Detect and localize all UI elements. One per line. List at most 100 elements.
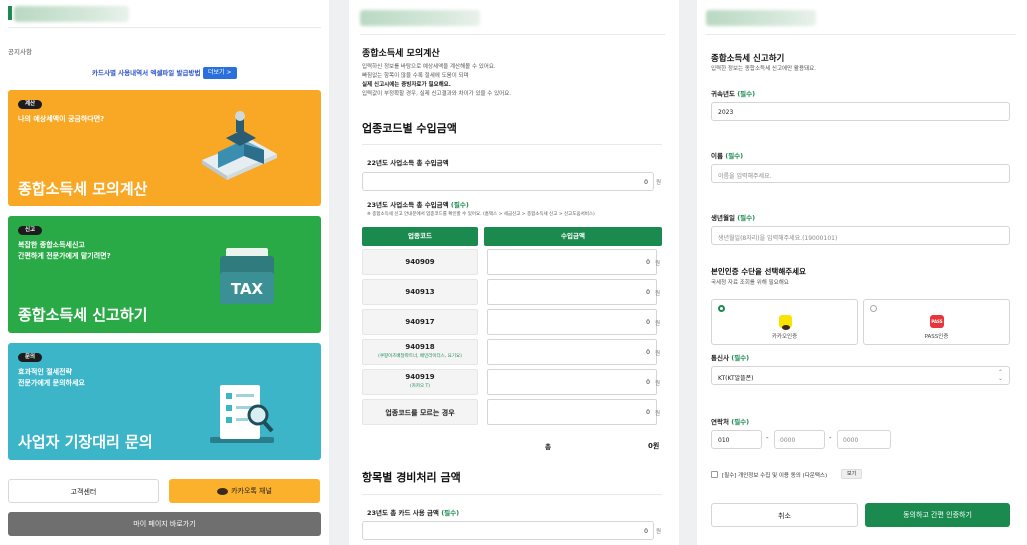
name-label-text: 이름 [711, 152, 723, 160]
divider [706, 34, 1016, 35]
intro-line: 빠짐없는 항목이 많을 수록 절세에 도움이 되며 [362, 73, 469, 79]
unit-label: 원 [655, 261, 661, 267]
kakao-auth-option[interactable]: 카카오인증 [711, 299, 858, 345]
unit-label: 원 [656, 529, 662, 535]
phone-prefix-input[interactable]: 010 [711, 430, 762, 449]
card-usage-label-text: 23년도 총 카드 사용 금액 [367, 509, 439, 517]
tax-building-illustration-icon [202, 111, 277, 180]
unit-label: 원 [655, 411, 661, 417]
amount-input[interactable]: 0 [487, 369, 657, 395]
card-desc-line: 간편하게 전문가에게 맡기려면? [18, 252, 111, 260]
name-label: 이름 (필수) [711, 150, 743, 160]
kakao-auth-icon [779, 315, 792, 330]
unit-label: 원 [656, 180, 662, 186]
section-income-title: 업종코드별 수입금액 [362, 122, 457, 135]
unit-label: 원 [655, 291, 661, 297]
carrier-value: KT(KT알뜰폰) [718, 375, 754, 382]
section-expense-title: 항목별 경비처리 금액 [362, 471, 461, 484]
required-mark: (필수) [450, 201, 469, 209]
card-filing[interactable]: 신고 복잡한 종합소득세신고 간편하게 전문가에게 맡기려면? 종합소득세 신고… [8, 216, 321, 333]
card-title: 종합소득세 신고하기 [18, 306, 148, 324]
intro-line: 실제 신고시에는 증빙자료가 필요해요. [362, 82, 451, 88]
phone-last-input[interactable]: 0000 [837, 430, 891, 449]
consent-checkbox[interactable] [711, 471, 718, 478]
income23-note: ※ 종합소득세 신고 안내문에서 업종코드를 확인할 수 있어요. (홈택스 >… [367, 212, 595, 217]
unit-label: 원 [655, 321, 661, 327]
agree-auth-button[interactable]: 동의하고 간편 인증하기 [865, 503, 1010, 527]
intro-text: 입력하신 정보를 바탕으로 예상세액을 계산해볼 수 있어요. 빠짐없는 항목이… [362, 63, 511, 99]
phone-dash: - [766, 434, 769, 442]
card-simulation[interactable]: 계산 나의 예상세액이 궁금하다면? 종합소득세 모의계산 [8, 90, 321, 206]
amount-input[interactable]: 0 [487, 279, 657, 305]
code-value: 940919 [405, 373, 435, 381]
code-cell: 940917 [362, 309, 478, 335]
filing-title: 종합소득세 신고하기 [711, 54, 785, 64]
more-button[interactable]: 더보기 > [203, 67, 237, 79]
tax-folder-icon: TAX [220, 248, 274, 304]
card-desc: 효과적인 절세전략 전문가에게 문의하세요 [18, 367, 85, 389]
notice-link[interactable]: 카드사별 사용내역서 엑셀파일 발급방법 [92, 67, 200, 77]
cancel-button[interactable]: 취소 [711, 503, 858, 527]
amount-value: 0 [646, 319, 650, 326]
notice-label: 공지사항 [8, 48, 32, 56]
tax-badge: TAX [230, 280, 264, 298]
kakao-auth-radio[interactable] [718, 305, 725, 312]
card-chip: 문의 [18, 353, 43, 362]
pass-auth-radio[interactable] [870, 305, 877, 312]
auth-title: 본인인증 수단을 선택해주세요 [711, 267, 806, 276]
carrier-select[interactable]: KT(KT알뜰폰) ⌃ ⌄ [711, 366, 1010, 385]
pass-auth-icon: PASS [930, 315, 944, 328]
amount-input[interactable]: 0 [487, 249, 657, 275]
intro-line: 입력값이 부정확할 경우, 실제 신고결과와 차이가 있을 수 있어요. [362, 91, 512, 97]
birth-label: 생년월일 (필수) [711, 212, 755, 222]
unit-label: 원 [655, 381, 661, 387]
kakao-talk-icon [217, 487, 229, 495]
col-amount-header: 수입금액 [484, 227, 662, 246]
card-bookkeeping[interactable]: 문의 효과적인 절세전략 전문가에게 문의하세요 사업자 기장대리 문의 [8, 343, 321, 460]
amount-value: 0 [646, 349, 650, 356]
year-label: 귀속년도 (필수) [711, 88, 755, 98]
document-magnifier-icon [210, 385, 274, 443]
amount-input[interactable]: 0 [487, 309, 657, 335]
amount-input[interactable]: 0 [487, 399, 657, 425]
kakao-channel-button[interactable]: 카카오톡 채널 [169, 479, 320, 503]
name-input[interactable]: 이름을 입력해주세요. [711, 164, 1010, 183]
birth-label-text: 생년월일 [711, 214, 735, 222]
unit-label: 원 [655, 351, 661, 357]
divider [362, 494, 662, 495]
amount-input[interactable]: 0 [487, 339, 657, 365]
mypage-button[interactable]: 마이 페이지 바로가기 [8, 512, 321, 536]
amount-value: 0 [646, 409, 650, 416]
income22-input[interactable]: 0 [362, 172, 654, 191]
card-usage-value: 0 [644, 528, 648, 535]
code-value: 940917 [405, 318, 435, 326]
blurred-header [14, 6, 129, 22]
name-placeholder: 이름을 입력해주세요. [718, 173, 772, 180]
phone-label: 연락처 (필수) [711, 416, 749, 426]
required-mark: (필수) [441, 509, 460, 517]
consent-view-button[interactable]: 보기 [841, 469, 863, 479]
income22-label: 22년도 사업소득 총 수입금액 [367, 159, 449, 167]
brand-logo-bar [8, 6, 12, 20]
filing-subtitle: 입력한 정보는 종합소득세 신고에만 활용돼요. [711, 66, 816, 72]
kakao-auth-label: 카카오인증 [771, 334, 798, 340]
phone-label-text: 연락처 [711, 418, 729, 426]
year-value: 2023 [718, 109, 734, 116]
code-value: 940918 [405, 343, 435, 351]
divider [362, 144, 662, 145]
pass-auth-option[interactable]: PASS PASS인증 [863, 299, 1010, 345]
birth-placeholder: 생년월일(8자리)을 입력해주세요.(19000101) [718, 235, 838, 242]
divider [8, 27, 321, 28]
pass-auth-label: PASS인증 [924, 334, 949, 340]
customer-center-button[interactable]: 고객센터 [8, 479, 159, 503]
code-value: 940909 [405, 258, 435, 266]
card-usage-input[interactable]: 0 [362, 521, 654, 540]
birth-input[interactable]: 생년월일(8자리)을 입력해주세요.(19000101) [711, 226, 1010, 245]
code-cell: 940913 [362, 279, 478, 305]
blurred-header [706, 10, 816, 26]
divider [360, 34, 665, 35]
kakao-channel-label: 카카오톡 채널 [231, 487, 272, 495]
carrier-label: 통신사 (필수) [711, 352, 749, 362]
year-input[interactable]: 2023 [711, 102, 1010, 121]
phone-middle-input[interactable]: 0000 [774, 430, 825, 449]
